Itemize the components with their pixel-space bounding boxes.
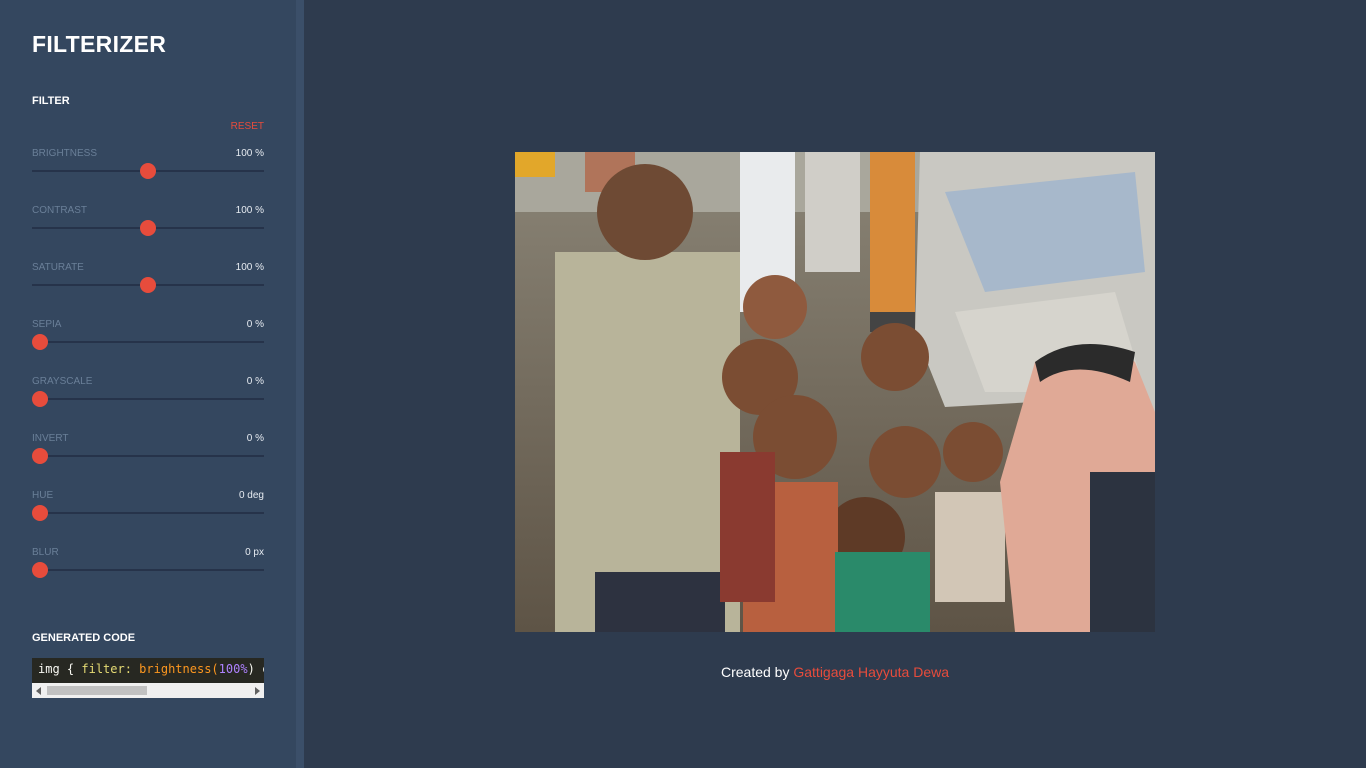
- code-number: 100%: [218, 662, 248, 676]
- credit-prefix: Created by: [720, 664, 794, 680]
- hue-slider-thumb[interactable]: [32, 505, 48, 521]
- credit-line: Created by Gattigaga Hayyuta Dewa: [515, 664, 1155, 680]
- grayscale-slider-thumb[interactable]: [32, 391, 48, 407]
- filter-value: 0 %: [246, 319, 264, 330]
- filter-value: 0 px: [245, 547, 264, 558]
- app-title: FILTERIZER: [32, 31, 167, 57]
- filter-label: INVERT: [32, 433, 69, 444]
- code-property: filter:: [81, 662, 132, 676]
- filter-label: SATURATE: [32, 262, 84, 273]
- author-link[interactable]: Gattigaga Hayyuta Dewa: [793, 664, 949, 680]
- brightness-slider-thumb[interactable]: [140, 163, 156, 179]
- filter-value: 100 %: [235, 262, 264, 273]
- contrast-slider-thumb[interactable]: [140, 220, 156, 236]
- filter-row-invert: INVERT 0 %: [32, 433, 264, 473]
- code-open: {: [59, 662, 82, 676]
- code-rest: ) contrast(100%) saturate(100%) sepia(0%…: [247, 662, 264, 676]
- filter-label: SEPIA: [32, 319, 62, 330]
- filter-value: 100 %: [235, 205, 264, 216]
- sidebar: FILTERIZER FILTER RESET BRIGHTNESS 100 %…: [0, 0, 296, 768]
- filter-label: BRIGHTNESS: [32, 148, 98, 159]
- blur-slider-thumb[interactable]: [32, 562, 48, 578]
- preview-photo-image: [515, 152, 1155, 632]
- filter-value: 100 %: [235, 148, 264, 159]
- scroll-right-arrow-icon[interactable]: [255, 687, 260, 695]
- code-scrollbar[interactable]: [32, 683, 264, 698]
- filter-row-sepia: SEPIA 0 %: [32, 319, 264, 359]
- code-selector: img: [38, 662, 60, 676]
- code-function: brightness(: [131, 662, 219, 676]
- slider-track[interactable]: [32, 512, 264, 514]
- filter-label: CONTRAST: [32, 205, 87, 216]
- sepia-slider-thumb[interactable]: [32, 334, 48, 350]
- filter-row-saturate: SATURATE 100 %: [32, 262, 264, 302]
- filter-value: 0 %: [246, 433, 264, 444]
- scrollbar-thumb[interactable]: [47, 686, 147, 695]
- generated-code-title: GENERATED CODE: [32, 632, 136, 644]
- invert-slider-thumb[interactable]: [32, 448, 48, 464]
- filter-label: HUE: [32, 490, 54, 501]
- sidebar-divider: [296, 0, 304, 768]
- slider-track[interactable]: [32, 569, 264, 571]
- code-line[interactable]: img { filter: brightness(100%) contrast(…: [32, 658, 264, 683]
- filter-row-hue: HUE 0 deg: [32, 490, 264, 530]
- scroll-left-arrow-icon[interactable]: [36, 687, 41, 695]
- filter-label: BLUR: [32, 547, 59, 558]
- filter-section-title: FILTER: [32, 95, 70, 107]
- slider-track[interactable]: [32, 398, 264, 400]
- slider-track[interactable]: [32, 455, 264, 457]
- filter-value: 0 deg: [238, 490, 264, 501]
- filter-value: 0 %: [246, 376, 264, 387]
- saturate-slider-thumb[interactable]: [140, 277, 156, 293]
- reset-button[interactable]: RESET: [200, 121, 264, 132]
- filter-row-blur: BLUR 0 px: [32, 547, 264, 587]
- filter-row-brightness: BRIGHTNESS 100 %: [32, 148, 264, 188]
- generated-code-box[interactable]: img { filter: brightness(100%) contrast(…: [32, 658, 264, 698]
- filter-row-contrast: CONTRAST 100 %: [32, 205, 264, 245]
- preview-photo: [515, 152, 1155, 632]
- filter-label: GRAYSCALE: [32, 376, 93, 387]
- slider-track[interactable]: [32, 341, 264, 343]
- filter-row-grayscale: GRAYSCALE 0 %: [32, 376, 264, 416]
